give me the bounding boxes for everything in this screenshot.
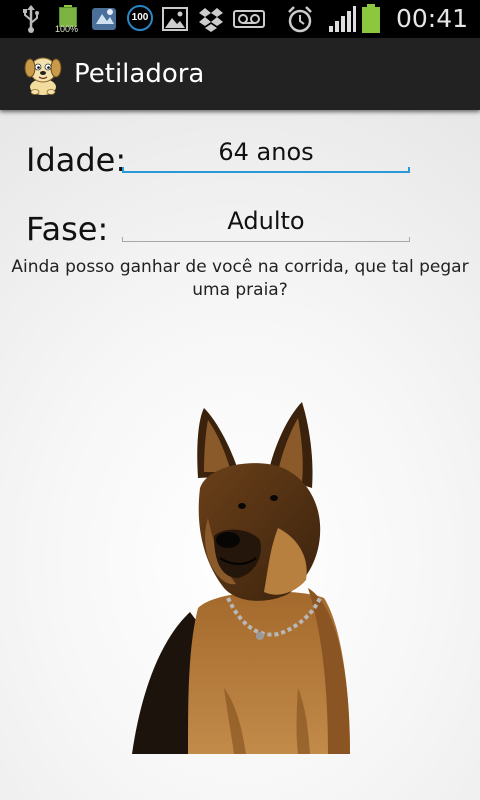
stage-field[interactable]: Adulto: [122, 206, 410, 242]
app-screen: 100% 100 00:41 Petiladora Idade: 64 anos…: [0, 0, 480, 800]
german-shepherd-image: [132, 402, 350, 754]
voicemail-icon: [233, 10, 265, 28]
signal-icon: [329, 6, 356, 32]
status-bar: 100% 100 00:41: [0, 0, 480, 38]
image-icon: [162, 7, 188, 31]
app-notification-icon: [92, 8, 116, 30]
stage-label: Fase:: [26, 210, 109, 248]
age-label: Idade:: [26, 141, 127, 179]
battery-percent-label: 100%: [55, 24, 79, 34]
action-bar: Petiladora: [0, 38, 480, 110]
status-clock: 00:41: [395, 4, 468, 33]
dog-logo-icon[interactable]: [22, 52, 64, 96]
dog-message: Ainda posso ganhar de você na corrida, q…: [11, 257, 469, 300]
alarm-icon: [288, 6, 312, 33]
dropbox-icon: [199, 8, 223, 32]
badge-100-icon: 100: [127, 5, 153, 31]
app-title: Petiladora: [74, 59, 205, 89]
battery-icon: [362, 4, 380, 33]
usb-icon: [23, 5, 39, 33]
age-field[interactable]: 64 anos: [122, 137, 410, 173]
